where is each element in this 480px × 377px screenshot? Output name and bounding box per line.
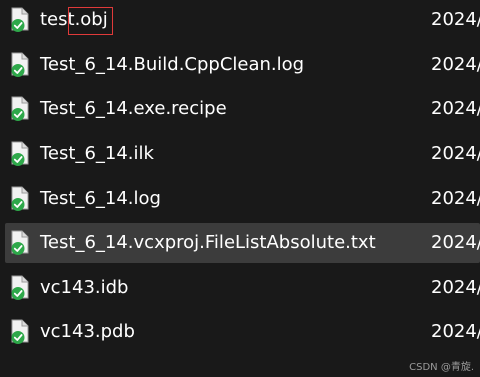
file-row[interactable]: vc143.idb 2024/: [0, 268, 480, 308]
file-date: 2024/: [431, 188, 480, 209]
watermark: CSDN @青旋.: [409, 362, 474, 373]
file-name: Test_6_14.log: [40, 188, 161, 209]
file-date: 2024/: [431, 54, 480, 75]
file-synced-icon: [9, 275, 33, 301]
file-name: vc143.pdb: [40, 321, 135, 342]
file-synced-icon: [9, 230, 33, 256]
file-name: Test_6_14.ilk: [40, 143, 154, 164]
file-name: Test_6_14.exe.recipe: [40, 98, 227, 119]
file-row[interactable]: vc143.pdb 2024/: [0, 312, 480, 352]
file-date: 2024/: [431, 143, 480, 164]
file-row[interactable]: Test_6_14.Build.CppClean.log 2024/: [0, 45, 480, 85]
file-date: 2024/: [431, 9, 480, 30]
annotation-highlight-box: [68, 7, 113, 35]
file-synced-icon: [9, 319, 33, 345]
file-synced-icon: [9, 141, 33, 167]
file-row-selected[interactable]: Test_6_14.vcxproj.FileListAbsolute.txt 2…: [5, 223, 480, 263]
file-date: 2024/: [431, 277, 480, 298]
file-name: Test_6_14.vcxproj.FileListAbsolute.txt: [40, 232, 376, 253]
file-name: Test_6_14.Build.CppClean.log: [40, 54, 305, 75]
file-date: 2024/: [431, 98, 480, 119]
file-synced-icon: [9, 96, 33, 122]
file-list: test.obj 2024/ Test_6_14.Build.CppClean.…: [0, 0, 480, 377]
file-synced-icon: [9, 186, 33, 212]
file-date: 2024/: [431, 321, 480, 342]
file-row[interactable]: Test_6_14.ilk 2024/: [0, 134, 480, 174]
file-synced-icon: [9, 7, 33, 33]
file-name: vc143.idb: [40, 277, 129, 298]
file-date: 2024/: [431, 232, 480, 253]
file-row[interactable]: Test_6_14.exe.recipe 2024/: [0, 89, 480, 129]
file-row[interactable]: Test_6_14.log 2024/: [0, 179, 480, 219]
file-synced-icon: [9, 52, 33, 78]
